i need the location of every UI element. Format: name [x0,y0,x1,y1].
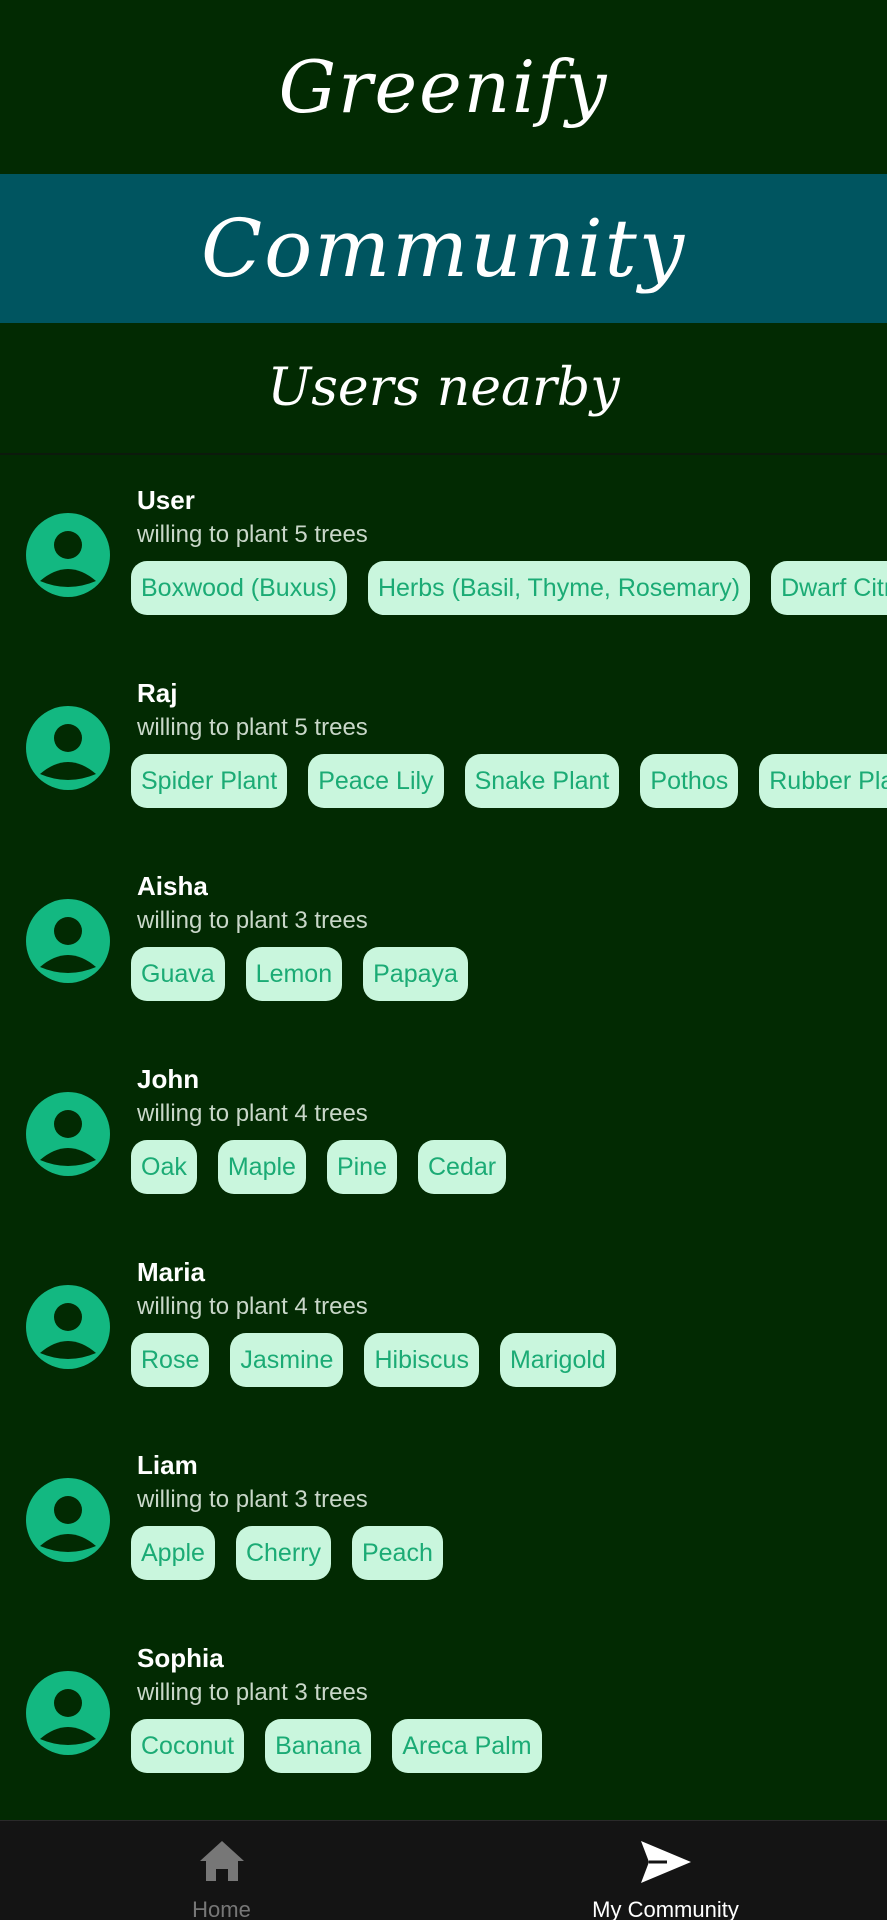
user-pledge: willing to plant 4 trees [137,1100,368,1127]
community-banner: Community [0,174,887,323]
plant-chip[interactable]: Peace Lily [308,754,444,808]
avatar-icon [26,1092,110,1176]
user-pledge: willing to plant 3 trees [137,1679,368,1706]
avatar-icon [26,1478,110,1562]
nav-label-home: Home [192,1897,251,1920]
plant-chip[interactable]: Maple [217,1140,306,1194]
user-row[interactable]: Liam willing to plant 3 trees Apple Cherr… [0,1422,887,1615]
nav-item-home[interactable]: Home [0,1821,443,1920]
plant-chip[interactable]: Coconut [131,1719,245,1773]
plant-chip-list[interactable]: Apple Cherry Peach [131,1526,887,1582]
user-pledge: willing to plant 3 trees [137,1486,368,1513]
plant-chip[interactable]: Hibiscus [364,1333,479,1387]
plant-chip-list[interactable]: Spider Plant Peace Lily Snake Plant Pothos R… [131,754,887,810]
avatar-icon [26,706,110,790]
plant-chip-list[interactable]: Oak Maple Pine Cedar [131,1140,887,1196]
plant-chip-list[interactable]: Coconut Banana Areca Palm [131,1719,887,1775]
plant-chip[interactable]: Spider Plant [131,754,288,808]
plant-chip-list[interactable]: Rose Jasmine Hibiscus Marigold [131,1333,887,1389]
user-name: User [137,485,195,515]
plant-chip[interactable]: Jasmine [230,1333,344,1387]
plant-chip[interactable]: Guava [131,947,225,1001]
user-name: John [137,1064,200,1094]
plant-chip[interactable]: Rubber Plant [759,754,887,808]
user-row[interactable]: User willing to plant 5 trees Boxwood (B… [0,457,887,650]
plant-chip[interactable]: Rose [131,1333,210,1387]
home-icon [199,1841,244,1881]
user-row[interactable]: John willing to plant 4 trees Oak Maple Pi… [0,1036,887,1229]
user-name: Raj [137,678,178,708]
user-row[interactable]: Aisha willing to plant 3 trees Guava Lemo… [0,843,887,1036]
plant-chip[interactable]: Cherry [235,1526,331,1580]
plant-chip[interactable]: Herbs (Basil, Thyme, Rosemary) [367,561,751,615]
user-pledge: willing to plant 4 trees [137,1293,368,1320]
app-title: Greenify [0,0,887,174]
plant-chip[interactable]: Boxwood (Buxus) [131,561,347,615]
plant-chip[interactable]: Pothos [640,754,739,808]
nav-item-my-community[interactable]: My Community [444,1821,887,1920]
avatar-icon [26,513,110,597]
plant-chip[interactable]: Marigold [499,1333,616,1387]
user-name: Maria [137,1257,205,1287]
plant-chip[interactable]: Oak [131,1140,197,1194]
avatar-icon [26,1671,110,1755]
user-name: Aisha [137,871,208,901]
plant-chip[interactable]: Cedar [418,1140,507,1194]
plant-chip[interactable]: Dwarf Citrus [771,561,887,615]
avatar-icon [26,1285,110,1369]
nav-label-my-community: My Community [592,1897,739,1920]
plant-chip-list[interactable]: Boxwood (Buxus) Herbs (Basil, Thyme, Rose… [131,561,887,617]
plant-chip[interactable]: Apple [131,1526,215,1580]
plant-chip-list[interactable]: Guava Lemon Papaya [131,947,887,1003]
section-title: Users nearby [0,323,887,455]
plant-chip[interactable]: Pine [326,1140,397,1194]
avatar-icon [26,899,110,983]
plant-chip[interactable]: Peach [351,1526,443,1580]
plant-chip[interactable]: Lemon [245,947,343,1001]
bottom-nav-bar: Home My Community [0,1820,887,1920]
plant-chip[interactable]: Snake Plant [464,754,620,808]
plant-chip[interactable]: Banana [265,1719,372,1773]
user-pledge: willing to plant 5 trees [137,714,368,741]
user-pledge: willing to plant 5 trees [137,521,368,548]
user-name: Liam [137,1450,198,1480]
plant-chip[interactable]: Areca Palm [392,1719,542,1773]
user-row[interactable]: Maria willing to plant 4 trees Rose Jasmi… [0,1229,887,1422]
user-pledge: willing to plant 3 trees [137,907,368,934]
send-icon [640,1841,691,1883]
plant-chip[interactable]: Papaya [363,947,468,1001]
user-name: Sophia [137,1643,224,1673]
user-row[interactable]: Raj willing to plant 5 trees Spider Plan… [0,650,887,843]
user-row[interactable]: Sophia willing to plant 3 trees Coconut B… [0,1615,887,1808]
